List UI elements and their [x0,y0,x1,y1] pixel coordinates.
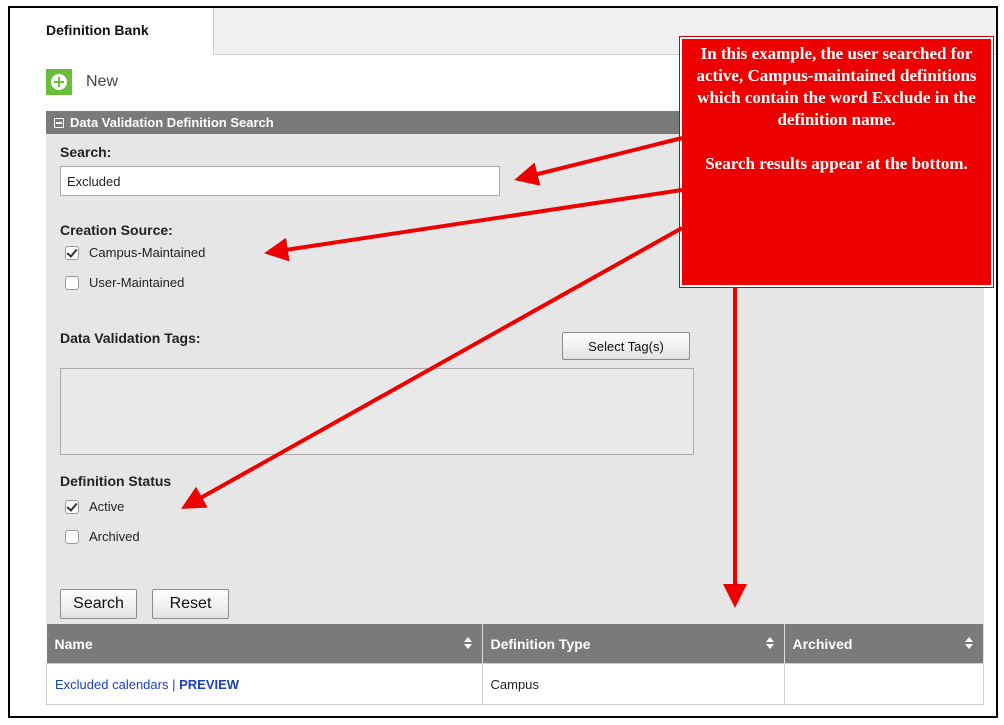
arrow-to-active [181,226,683,509]
arrow-to-campus-maintained [264,188,683,262]
arrow-to-search [514,136,683,186]
annotation-arrows [181,136,747,608]
